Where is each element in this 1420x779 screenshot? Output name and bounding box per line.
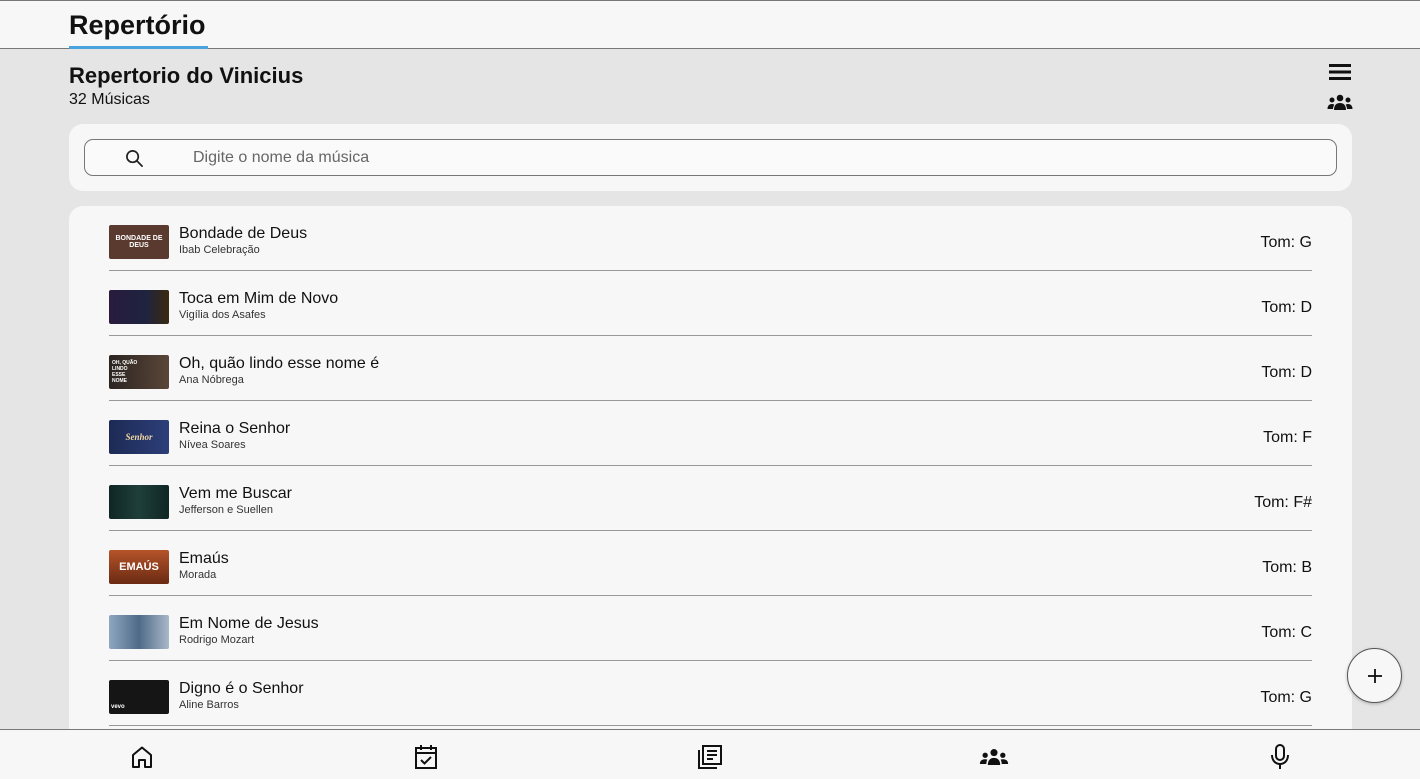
- song-thumbnail: vevo: [109, 680, 169, 714]
- song-title: Bondade de Deus: [179, 225, 308, 242]
- song-artist: Morada: [179, 569, 217, 581]
- song-title: Toca em Mim de Novo: [179, 290, 339, 307]
- song-title: Oh, quão lindo esse nome é: [179, 355, 380, 372]
- search-box[interactable]: [84, 139, 1337, 176]
- groups-icon: [979, 749, 1009, 765]
- nav-microphone[interactable]: [1265, 742, 1295, 772]
- song-thumbnail: [109, 290, 169, 324]
- tab-repertorio[interactable]: Repertório: [69, 10, 208, 49]
- song-row[interactable]: Vem me Buscar Jefferson e Suellen Tom: F…: [109, 466, 1312, 531]
- song-list: BONDADE DE DEUS Bondade de Deus Ibab Cel…: [69, 206, 1352, 746]
- nav-groups[interactable]: [979, 742, 1009, 772]
- search-card: [69, 124, 1352, 191]
- song-thumbnail: [109, 485, 169, 519]
- members-button[interactable]: [1326, 90, 1354, 114]
- song-row[interactable]: EMAÚS Emaús Morada Tom: B: [109, 531, 1312, 596]
- top-app-bar: Repertório: [0, 0, 1420, 49]
- song-key: Tom: B: [1262, 559, 1312, 576]
- microphone-icon: [1271, 744, 1289, 769]
- song-artist: Ana Nóbrega: [179, 374, 244, 386]
- search-input[interactable]: [193, 140, 1323, 175]
- thumbnail-caption: Senhor: [125, 431, 153, 442]
- song-key: Tom: G: [1260, 689, 1312, 706]
- nav-articles[interactable]: [695, 742, 725, 772]
- song-title: Reina o Senhor: [179, 420, 291, 437]
- add-song-button[interactable]: [1347, 648, 1402, 703]
- song-thumbnail: EMAÚS: [109, 550, 169, 584]
- article-icon: [698, 745, 722, 769]
- song-title: Emaús: [179, 550, 229, 567]
- song-title: Vem me Buscar: [179, 485, 292, 502]
- nav-home[interactable]: [127, 742, 157, 772]
- plus-icon: [1367, 668, 1382, 683]
- thumbnail-caption: vevo: [111, 704, 125, 710]
- menu-icon: [1329, 64, 1351, 80]
- song-artist: Vigília dos Asafes: [179, 309, 266, 321]
- page-title: Repertorio do Vinicius: [69, 63, 304, 88]
- song-thumbnail: [109, 615, 169, 649]
- song-row[interactable]: vevo Digno é o Senhor Aline Barros Tom: …: [109, 661, 1312, 726]
- song-row[interactable]: BONDADE DE DEUS Bondade de Deus Ibab Cel…: [109, 206, 1312, 271]
- song-row[interactable]: Senhor Reina o Senhor Nívea Soares Tom: …: [109, 401, 1312, 466]
- song-artist: Rodrigo Mozart: [179, 634, 255, 646]
- song-key: Tom: C: [1261, 624, 1312, 641]
- song-row[interactable]: OH, QUÃO LINDO ESSE NOME Oh, quão lindo …: [109, 336, 1312, 401]
- song-thumbnail: OH, QUÃO LINDO ESSE NOME: [109, 355, 169, 389]
- song-key: Tom: D: [1261, 364, 1312, 381]
- song-title: Digno é o Senhor: [179, 680, 304, 697]
- menu-button[interactable]: [1326, 60, 1354, 84]
- song-artist: Jefferson e Suellen: [179, 504, 273, 516]
- song-artist: Nívea Soares: [179, 439, 246, 451]
- song-count: 32 Músicas: [69, 91, 150, 108]
- home-icon: [132, 746, 152, 768]
- song-artist: Aline Barros: [179, 699, 239, 711]
- nav-schedule[interactable]: [411, 742, 441, 772]
- song-thumbnail: BONDADE DE DEUS: [109, 225, 169, 259]
- song-thumbnail: Senhor: [109, 420, 169, 454]
- song-title: Em Nome de Jesus: [179, 615, 319, 632]
- song-artist: Ibab Celebração: [179, 244, 260, 256]
- calendar-check-icon: [415, 745, 437, 769]
- group-icon: [1327, 94, 1353, 110]
- song-key: Tom: F: [1263, 429, 1312, 446]
- song-row[interactable]: Em Nome de Jesus Rodrigo Mozart Tom: C: [109, 596, 1312, 661]
- bottom-navigation: [0, 729, 1420, 779]
- thumbnail-caption: BONDADE DE DEUS: [115, 235, 163, 249]
- song-key: Tom: D: [1261, 299, 1312, 316]
- song-key: Tom: F#: [1254, 494, 1312, 511]
- search-icon: [126, 150, 143, 167]
- song-key: Tom: G: [1260, 234, 1312, 251]
- song-row[interactable]: Toca em Mim de Novo Vigília dos Asafes T…: [109, 271, 1312, 336]
- thumbnail-caption: OH, QUÃO LINDO ESSE NOME: [112, 360, 138, 384]
- thumbnail-caption: EMAÚS: [119, 560, 159, 573]
